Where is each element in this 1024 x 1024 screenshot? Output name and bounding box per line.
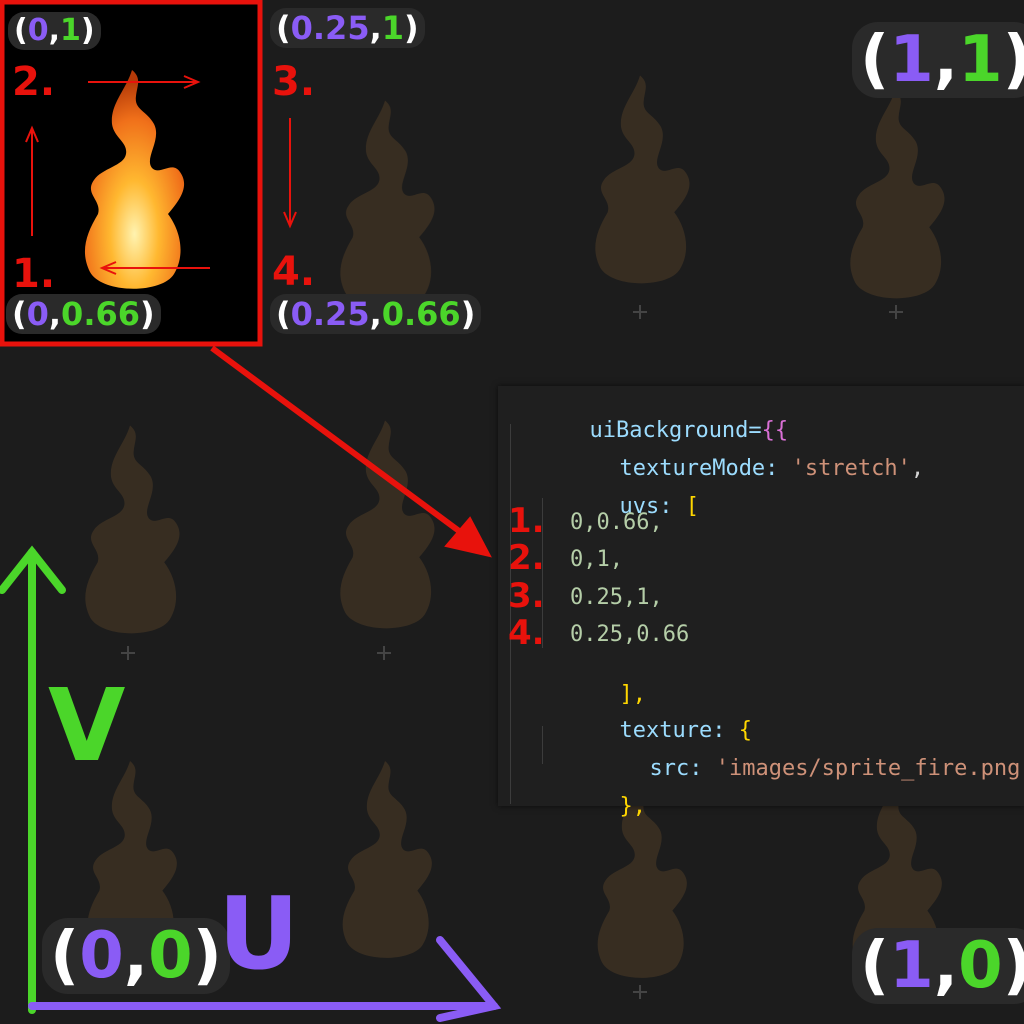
uv-mapping-diagram: (0,1) (0.25,1) (0,0.66) (0.25,0.66) (1,1… <box>0 0 1024 1024</box>
coord-u: 1 <box>889 929 934 1003</box>
coord-bottom-right: (1,0) <box>852 928 1024 1004</box>
code-uv-2: 0,1, <box>570 547 623 572</box>
code-step-label-2: 2. <box>508 538 545 578</box>
coord-bottom-left: (0,0.66) <box>6 294 161 334</box>
code-token: src: <box>649 756 716 781</box>
code-uv-4: 0.25,0.66 <box>570 622 690 647</box>
coord-origin: (0,0) <box>42 918 230 994</box>
coord-v: 1 <box>958 23 1003 97</box>
step-label-4: 4. <box>272 249 316 295</box>
code-step-label-3: 3. <box>508 576 545 616</box>
code-editor-panel: uiBackground={{ textureMode: 'stretch', … <box>498 386 1024 818</box>
code-line-11: }, <box>540 774 646 840</box>
coord-v: 0 <box>958 929 1003 1003</box>
coord-u: 0.25 <box>290 9 370 47</box>
code-step-label-4: 4. <box>508 613 545 653</box>
step-label-2: 2. <box>12 59 56 105</box>
code-uv-3: 0.25,1, <box>570 585 663 610</box>
coord-v: 0 <box>148 919 193 993</box>
code-token: 'images/sprite_fire.png' <box>715 756 1024 781</box>
coord-top-left: (0,1) <box>8 12 101 50</box>
coord-v: 1 <box>381 9 404 47</box>
step-label-1: 1. <box>12 251 56 297</box>
coord-u: 1 <box>889 23 934 97</box>
coord-top-mid: (0.25,1) <box>270 8 425 48</box>
coord-u: 0 <box>27 13 49 48</box>
code-uv-1: 0,0.66, <box>570 510 663 535</box>
coord-u: 0 <box>79 919 124 993</box>
u-axis-label: U <box>218 875 300 992</box>
code-token: }, <box>619 794 646 819</box>
coord-bottom-mid: (0.25,0.66) <box>270 294 482 334</box>
coord-v: 0.66 <box>61 295 140 333</box>
code-step-label-1: 1. <box>508 501 545 541</box>
coord-v: 0.66 <box>381 295 461 333</box>
coord-v: 1 <box>60 13 81 48</box>
coord-top-right: (1,1) <box>852 22 1024 98</box>
coord-u: 0.25 <box>290 295 370 333</box>
v-axis-label: V <box>48 667 126 784</box>
code-token: , <box>910 456 925 481</box>
code-token: 'stretch' <box>791 456 911 481</box>
coord-u: 0 <box>26 295 49 333</box>
code-token: [ <box>685 494 699 519</box>
step-label-3: 3. <box>272 59 316 105</box>
